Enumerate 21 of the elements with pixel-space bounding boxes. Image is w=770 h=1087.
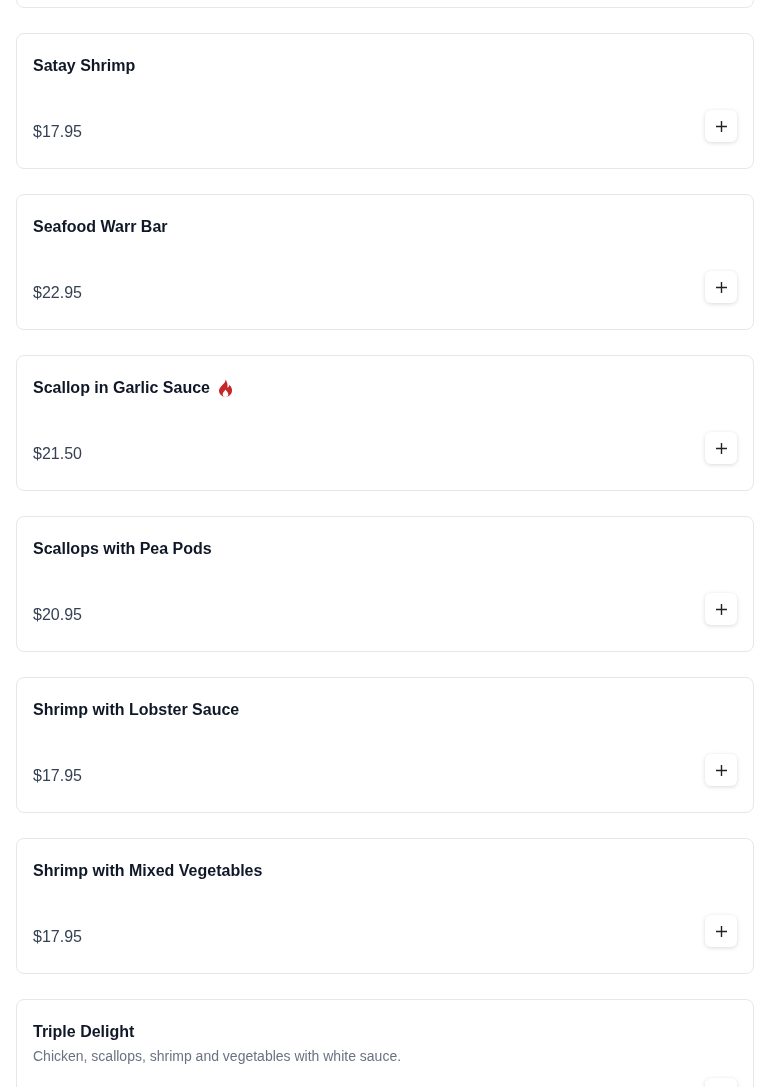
item-price: $17.95 — [33, 927, 82, 947]
item-name: Scallops with Pea Pods — [33, 539, 212, 559]
menu-item-card[interactable]: Shrimp with Lobster Sauce $17.95 — [16, 677, 754, 813]
item-price: $21.50 — [33, 444, 82, 464]
item-name: Triple Delight — [33, 1022, 135, 1042]
item-name: Seafood Warr Bar — [33, 217, 168, 237]
menu-item-card[interactable]: Seafood Warr Bar $22.95 — [16, 194, 754, 330]
item-name: Shrimp with Mixed Vegetables — [33, 861, 263, 881]
menu-item-card[interactable]: Satay Shrimp $17.95 — [16, 33, 754, 169]
item-price: $17.95 — [33, 766, 82, 786]
item-price: $22.95 — [33, 283, 82, 303]
item-name: Shrimp with Lobster Sauce — [33, 700, 240, 720]
menu-item-card[interactable]: Scallops with Pea Pods $20.95 — [16, 516, 754, 652]
menu-item-card[interactable]: Shrimp with Mixed Vegetables $17.95 — [16, 838, 754, 974]
item-price: $17.95 — [33, 122, 82, 142]
item-description: Chicken, scallops, shrimp and vegetables with white sauce. — [33, 1047, 403, 1066]
item-name: Satay Shrimp — [33, 56, 136, 76]
item-name: Scallop in Garlic Sauce — [33, 378, 210, 398]
menu-item-card[interactable]: Triple Delight Chicken, scallops, shrimp and vegetables with white sauce. — [16, 999, 754, 1087]
item-price: $20.95 — [33, 605, 82, 625]
menu-item-card[interactable]: Scallop in Garlic Sauce $21.50 — [16, 355, 754, 491]
